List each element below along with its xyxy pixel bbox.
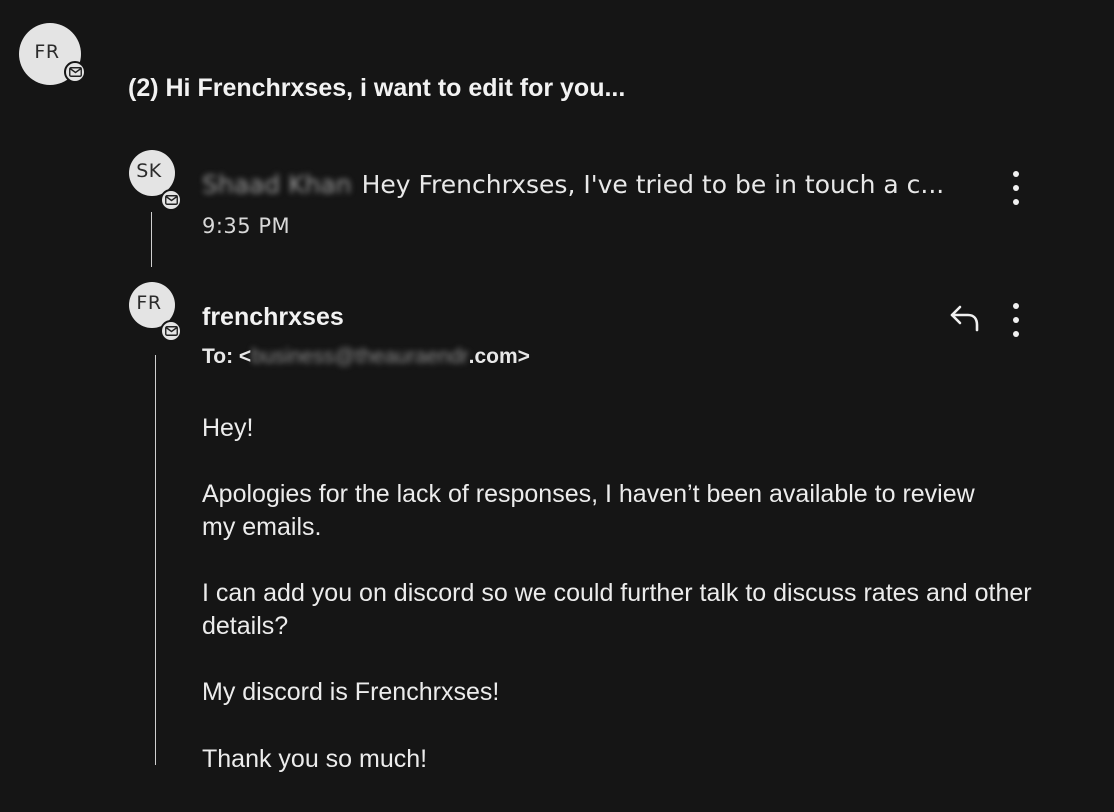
thread-connector-line [151, 212, 152, 267]
message-time: 9:35 PM [202, 214, 291, 238]
sender-avatar-initials: FR [136, 292, 162, 314]
message-body-line: Thank you so much! [202, 745, 428, 773]
reply-icon[interactable] [946, 300, 986, 336]
more-vertical-icon[interactable] [1006, 303, 1026, 337]
thread-connector-line [155, 355, 156, 765]
recipient-address-suffix: .com> [468, 345, 530, 368]
message-body-line: My discord is Frenchrxses! [202, 678, 500, 706]
sender-name: frenchrxses [202, 303, 344, 331]
thread-subject: (2) Hi Frenchrxses, i want to edit for y… [128, 74, 626, 102]
message-body-line: Hey! [202, 414, 254, 442]
mail-icon [160, 189, 182, 211]
sender-name-redacted: Shaad Khan [202, 170, 352, 199]
recipient-address-redacted: business@theauraendr [251, 345, 469, 368]
recipient-line: To: <business@theauraendr.com> [202, 345, 530, 369]
mail-icon [64, 61, 86, 83]
more-vertical-icon[interactable] [1006, 171, 1026, 205]
thread-avatar-initials: FR [34, 41, 60, 63]
message-body-line: I can add you on discord so we could fur… [202, 579, 1032, 640]
message-body-line: Apologies for the lack of responses, I h… [202, 480, 975, 541]
collapsed-message[interactable]: Shaad Khan Hey Frenchrxses, I've tried t… [202, 170, 944, 199]
mail-icon [160, 320, 182, 342]
message-snippet: Hey Frenchrxses, I've tried to be in tou… [361, 170, 945, 199]
recipient-label: To: < [202, 345, 252, 368]
sender-avatar-initials: SK [136, 160, 162, 182]
